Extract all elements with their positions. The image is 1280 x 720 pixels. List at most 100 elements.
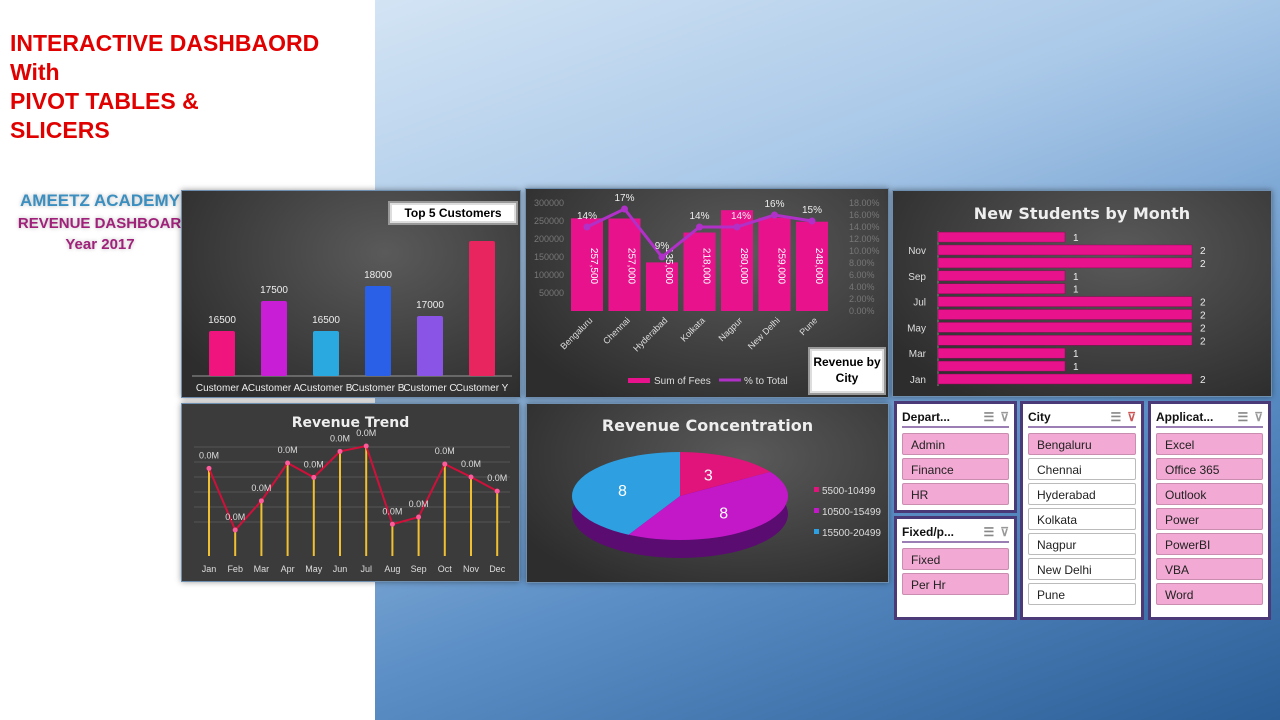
revenue-by-city-chart[interactable]: 50000 100000 150000 200000 250000 300000 0.00%…	[525, 188, 889, 398]
slicer-item[interactable]: Excel	[1156, 433, 1263, 455]
line-point	[621, 205, 628, 213]
bar	[937, 309, 1193, 320]
bar	[937, 270, 1066, 282]
x-tick-label: Kolkata	[679, 315, 707, 343]
line-point	[808, 217, 816, 225]
data-label: 2	[1200, 259, 1206, 270]
y-tick-label: May	[907, 323, 926, 334]
slicer-item[interactable]: HR	[902, 483, 1009, 505]
x-tick-label: Nov	[463, 564, 480, 574]
data-label: 2	[1200, 375, 1206, 386]
slicer-item[interactable]: Bengaluru	[1028, 433, 1136, 455]
top-customers-chart[interactable]: 16500 Customer A 17500 Customer A 16500 Custo…	[181, 190, 521, 398]
data-label: 248,000	[813, 248, 824, 285]
chart-title: Revenue by City	[808, 347, 886, 395]
line-point	[363, 443, 369, 449]
percent-label: 14%	[689, 211, 709, 222]
slicer-application[interactable]: Applicat... ☰ ⊽ Excel Office 365 Outlook Power…	[1148, 401, 1271, 620]
slicer-item[interactable]: Office 365	[1156, 458, 1263, 480]
new-students-chart[interactable]: 2 Jan 1 1 Mar 2 2 May 2 2 Jul 1 1 Sep 2 2 Nov 1 New Stude…	[892, 190, 1272, 397]
y2-tick-label: 18.00%	[849, 198, 880, 208]
headline-line: PIVOT TABLES &	[10, 88, 199, 114]
line-point	[468, 474, 474, 480]
data-label: 0.0M	[330, 433, 350, 443]
percent-label: 14%	[577, 211, 597, 222]
slicer-item[interactable]: Word	[1156, 583, 1263, 605]
multi-select-icon[interactable]: ☰	[983, 525, 994, 539]
slicer-item[interactable]: Pune	[1028, 583, 1136, 605]
x-tick-label: Customer A	[248, 383, 301, 394]
y2-tick-label: 0.00%	[849, 306, 875, 316]
y2-tick-label: 16.00%	[849, 210, 880, 220]
slicer-item[interactable]: Kolkata	[1028, 508, 1136, 530]
line-point	[733, 223, 741, 231]
x-tick-label: May	[305, 564, 323, 574]
y2-tick-label: 4.00%	[849, 282, 875, 292]
percent-label: 9%	[655, 241, 670, 252]
data-label: 0.0M	[199, 450, 219, 460]
data-label: 0.0M	[382, 506, 402, 516]
data-label: 257,500	[588, 248, 599, 285]
data-label: 1	[1073, 349, 1079, 360]
chart-title: Revenue Concentration	[601, 416, 814, 435]
multi-select-icon[interactable]: ☰	[1237, 410, 1248, 424]
clear-filter-icon[interactable]: ⊽	[1000, 410, 1009, 424]
slicer-item[interactable]: VBA	[1156, 558, 1263, 580]
slicer-item[interactable]: Hyderabad	[1028, 483, 1136, 505]
chart-title: Top 5 Customers	[388, 201, 518, 225]
x-tick-label: Mar	[254, 564, 270, 574]
slicer-header: Applicat... ☰ ⊽	[1156, 408, 1263, 428]
data-label: 16500	[208, 315, 236, 326]
multi-select-icon[interactable]: ☰	[1110, 410, 1121, 424]
slicer-item[interactable]: Finance	[902, 458, 1009, 480]
bar	[209, 331, 235, 376]
bar	[365, 286, 391, 376]
y2-tick-label: 2.00%	[849, 294, 875, 304]
slicer-item[interactable]: Outlook	[1156, 483, 1263, 505]
slice-label: 8	[618, 483, 627, 500]
data-label: 18000	[364, 270, 392, 281]
y-tick-label: 100000	[534, 270, 564, 280]
revenue-trend-chart[interactable]: Jan Feb Mar Apr May Jun Jul Aug Sep Oct Nov Dec 0.0M…	[181, 403, 520, 582]
clear-filter-icon[interactable]: ⊽	[1000, 525, 1009, 539]
x-tick-label: Bengaluru	[558, 315, 594, 351]
x-tick-label: Jul	[360, 564, 372, 574]
slicer-item[interactable]: New Delhi	[1028, 558, 1136, 580]
legend-swatch	[814, 508, 819, 513]
slicer-item[interactable]: Fixed	[902, 548, 1009, 570]
y-tick-label: 50000	[539, 288, 564, 298]
headline-line: With	[10, 59, 60, 85]
x-tick-label: Customer C	[403, 383, 456, 394]
slicer-city[interactable]: City ☰ ⊽ Bengaluru Chennai Hyderabad Kolkata Na…	[1020, 401, 1144, 620]
line-point	[389, 521, 395, 527]
y-tick-label: 250000	[534, 216, 564, 226]
slicer-title: Fixed/p...	[902, 525, 955, 539]
line-point	[311, 474, 317, 480]
slicer-item[interactable]: Chennai	[1028, 458, 1136, 480]
chart-title: Revenue Trend	[291, 415, 410, 431]
slicer-department[interactable]: Depart... ☰ ⊽ Admin Finance HR	[894, 401, 1017, 513]
slicer-item[interactable]: Power	[1156, 508, 1263, 530]
multi-select-icon[interactable]: ☰	[983, 410, 994, 424]
data-label: 2	[1200, 336, 1206, 347]
revenue-concentration-chart[interactable]: 3 8 8 5500-10499 10500-15499 15500-20499 Reve…	[526, 403, 889, 583]
bar	[937, 231, 1066, 243]
slicer-item[interactable]: Nagpur	[1028, 533, 1136, 555]
x-tick-label: Customer A	[196, 383, 249, 394]
slicer-item[interactable]: Per Hr	[902, 573, 1009, 595]
bar	[937, 373, 1193, 385]
percent-label: 17%	[614, 193, 634, 204]
y-tick-label: 150000	[534, 252, 564, 262]
slicer-item[interactable]: Admin	[902, 433, 1009, 455]
data-label: 0.0M	[278, 445, 298, 455]
y2-tick-label: 8.00%	[849, 258, 875, 268]
clear-filter-icon[interactable]: ⊽	[1127, 410, 1136, 424]
slicer-item[interactable]: PowerBI	[1156, 533, 1263, 555]
bar	[937, 244, 1193, 256]
data-label: 17000	[416, 300, 444, 311]
clear-filter-icon[interactable]: ⊽	[1254, 410, 1263, 424]
slicer-fixed-per-hr[interactable]: Fixed/p... ☰ ⊽ Fixed Per Hr	[894, 516, 1017, 620]
y-tick-label: 300000	[534, 198, 564, 208]
x-tick-label: Jun	[333, 564, 348, 574]
percent-label: 14%	[731, 211, 751, 222]
